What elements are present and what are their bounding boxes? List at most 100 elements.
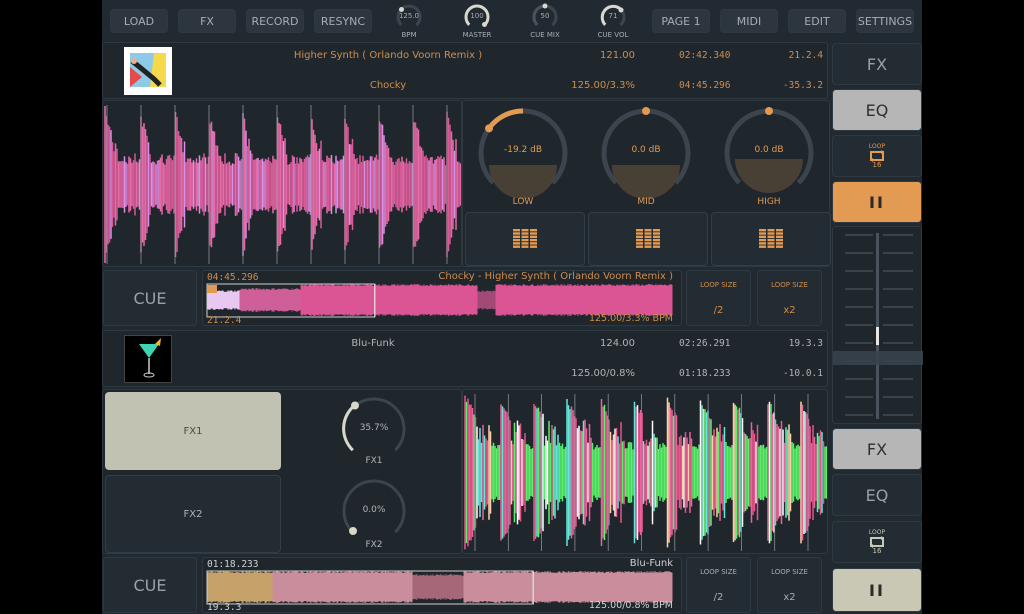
- deck-b-overview-time: 01:18.233: [207, 559, 259, 570]
- deck-b-album-art: [124, 335, 172, 383]
- cue-mix-knob[interactable]: 50: [530, 2, 560, 32]
- fader-center-band: [833, 351, 923, 365]
- cue-label: CUE: [133, 575, 167, 595]
- eq-knob-label: MID: [637, 197, 655, 207]
- fx-label: FX: [866, 439, 888, 459]
- deck-a-overview-bpm: 125.00/3.3% BPM: [588, 313, 673, 324]
- deck-b-overview-beat: 19.3.3: [207, 602, 242, 613]
- deck-b-beat-position: 19.3.3: [788, 338, 823, 349]
- deck-a-beat-position: 21.2.4: [788, 50, 823, 61]
- deck-b-fx-button[interactable]: FX: [832, 428, 922, 470]
- deck-b-waveform[interactable]: [462, 389, 828, 554]
- deck-b-overview[interactable]: 01:18.233 Blu-Funk 19.3.3 125.00/0.8% BP…: [202, 557, 682, 613]
- deck-a-play-pause-button[interactable]: II: [832, 181, 922, 223]
- deck-a-cue-button[interactable]: CUE: [103, 270, 197, 326]
- pitch-fader[interactable]: [832, 226, 923, 424]
- bpm-knob[interactable]: 125.0: [394, 2, 424, 32]
- fx2-knob[interactable]: 0.0%: [339, 476, 409, 546]
- deck-a-waveform[interactable]: [102, 100, 462, 267]
- loop-label: LOOP: [868, 143, 886, 150]
- fx-label: FX: [866, 54, 888, 74]
- fx1-label: FX1: [183, 425, 203, 437]
- page-1-label: PAGE 1: [661, 14, 701, 28]
- fx-label: FX: [200, 14, 214, 28]
- page-1-button[interactable]: PAGE 1: [652, 9, 710, 33]
- fx2-toggle-button[interactable]: FX2: [105, 475, 281, 553]
- deck-a-loop-double-button[interactable]: LOOP SIZE x2: [757, 270, 822, 326]
- deck-a-artist: Chocky: [369, 80, 407, 91]
- loop-size-label: LOOP SIZE: [771, 568, 808, 576]
- cue-vol-knob-value: 71: [608, 12, 618, 20]
- deck-b-remaining: 01:18.233: [679, 368, 731, 379]
- deck-b-cue-button[interactable]: CUE: [103, 557, 197, 613]
- fx2-label: FX2: [183, 508, 203, 520]
- deck-a-beat-remaining: -35.3.2: [782, 80, 823, 91]
- deck-a-album-art: [124, 47, 172, 95]
- deck-a-remaining: 04:45.296: [679, 80, 731, 91]
- fx2-knob-value: 0.0%: [362, 505, 386, 515]
- eq-kill-button-low[interactable]: [465, 212, 585, 266]
- master-knob[interactable]: 100: [462, 2, 492, 32]
- pause-icon: II: [869, 580, 885, 600]
- deck-b-loop-halve-button[interactable]: LOOP SIZE /2: [686, 557, 751, 613]
- deck-a-overview-track: Chocky - Higher Synth ( Orlando Voorn Re…: [438, 271, 673, 282]
- deck-a-eq-button[interactable]: EQ: [832, 89, 922, 131]
- deck-b-bpm-pitch: 125.00/0.8%: [571, 368, 635, 379]
- cue-label: CUE: [133, 288, 167, 308]
- cue-mix-knob-label: CUE MIX: [530, 31, 560, 39]
- load-button[interactable]: LOAD: [110, 9, 168, 33]
- deck-b-overview-bpm: 125.00/0.8% BPM: [588, 600, 673, 611]
- settings-button[interactable]: SETTINGS: [856, 9, 914, 33]
- eq-kill-button-high[interactable]: [711, 212, 831, 266]
- deck-b-eq-button[interactable]: EQ: [832, 474, 922, 516]
- fx1-knob-label: FX1: [365, 456, 383, 466]
- eq-knob-label: LOW: [512, 197, 534, 207]
- deck-a-elapsed: 02:42.340: [679, 50, 731, 61]
- fx2-knob-label: FX2: [365, 540, 383, 550]
- deck-a-loop-button[interactable]: LOOP 16: [832, 135, 922, 177]
- cue-marker: [207, 285, 217, 293]
- fx1-toggle-button[interactable]: FX1: [105, 392, 281, 470]
- resync-button[interactable]: RESYNC: [314, 9, 372, 33]
- eq-knob-high[interactable]: 0.0 dB: [721, 103, 817, 199]
- deck-a-info: Higher Synth ( Orlando Voorn Remix ) Cho…: [102, 42, 828, 99]
- deck-b-play-pause-button[interactable]: II: [832, 568, 922, 612]
- deck-b-beat-remaining: -10.0.1: [782, 368, 823, 379]
- eq-knob-value: 0.0 dB: [754, 145, 784, 155]
- loop-size-value: /2: [713, 592, 724, 603]
- edit-label: EDIT: [804, 14, 830, 28]
- record-label: RECORD: [251, 14, 299, 28]
- deck-a-eq-panel: -19.2 dB LOW 0.0 dB MID 0.0 dB HIGH: [462, 100, 831, 267]
- deck-a-fx-button[interactable]: FX: [832, 43, 922, 85]
- eq-label: EQ: [865, 100, 889, 120]
- eq-kill-button-mid[interactable]: [588, 212, 708, 266]
- deck-b-overview-track: Blu-Funk: [629, 558, 673, 569]
- deck-a-loop-halve-button[interactable]: LOOP SIZE /2: [686, 270, 751, 326]
- edit-button[interactable]: EDIT: [788, 9, 846, 33]
- eq-knob-mid[interactable]: 0.0 dB: [598, 103, 694, 199]
- cue-vol-knob[interactable]: 71: [598, 2, 628, 32]
- master-knob-label: MASTER: [462, 31, 492, 39]
- record-button[interactable]: RECORD: [246, 9, 304, 33]
- loop-size-label: LOOP SIZE: [700, 568, 737, 576]
- midi-button[interactable]: MIDI: [720, 9, 778, 33]
- eq-knob-value: -19.2 dB: [503, 145, 543, 155]
- loop-label: LOOP: [868, 529, 886, 536]
- fader-track: [876, 233, 879, 419]
- fx1-knob[interactable]: 35.7%: [339, 394, 409, 464]
- fx-button[interactable]: FX: [178, 9, 236, 33]
- master-knob-value: 100: [470, 12, 484, 20]
- deck-a-overview[interactable]: 04:45.296 Chocky - Higher Synth ( Orland…: [202, 270, 682, 326]
- load-label: LOAD: [123, 14, 155, 28]
- midi-label: MIDI: [736, 14, 762, 28]
- deck-b-loop-double-button[interactable]: LOOP SIZE x2: [757, 557, 822, 613]
- loop-size-label: LOOP SIZE: [700, 281, 737, 289]
- fader-handle[interactable]: [876, 327, 879, 345]
- equalizer-icon: [636, 229, 660, 248]
- deck-b-loop-button[interactable]: LOOP 16: [832, 521, 922, 563]
- eq-knob-low[interactable]: -19.2 dB: [475, 103, 571, 199]
- loop-size: 16: [872, 547, 882, 555]
- deck-a-bpm-pitch: 125.00/3.3%: [571, 80, 635, 91]
- equalizer-icon: [513, 229, 537, 248]
- settings-label: SETTINGS: [857, 14, 913, 28]
